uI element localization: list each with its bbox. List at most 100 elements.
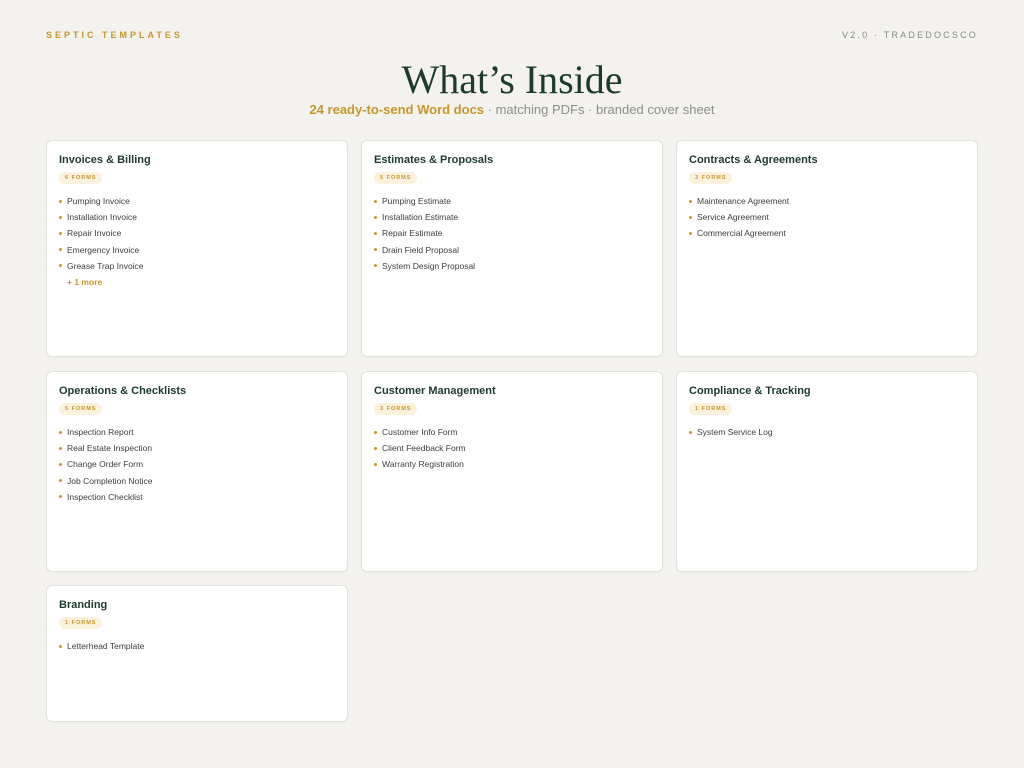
form-name: Maintenance Agreement xyxy=(697,196,790,206)
form-count-badge: 5 FORMS xyxy=(374,172,418,184)
list-item: Change Order Form xyxy=(59,456,335,472)
category-card-compliance: Compliance & Tracking 1 FORMS System Ser… xyxy=(676,371,978,572)
bullet-icon xyxy=(374,264,377,268)
bullet-icon xyxy=(374,430,377,434)
card-title: Compliance & Tracking xyxy=(689,385,811,397)
form-name: System Service Log xyxy=(697,427,773,437)
form-count-badge: 1 FORMS xyxy=(689,403,733,415)
list-item: Grease Trap Invoice xyxy=(59,258,335,274)
list-item: Pumping Estimate xyxy=(374,193,650,209)
list-item: Emergency Invoice xyxy=(59,242,335,258)
form-count-badge: 5 FORMS xyxy=(59,403,103,415)
bullet-icon xyxy=(374,231,377,235)
bullet-icon xyxy=(59,199,62,203)
category-card-invoices: Invoices & Billing 6 FORMS Pumping Invoi… xyxy=(46,140,348,357)
card-title: Contracts & Agreements xyxy=(689,154,818,166)
form-name: Inspection Checklist xyxy=(67,491,143,502)
form-name: Inspection Report xyxy=(67,427,134,437)
form-name: Customer Info Form xyxy=(382,427,458,437)
bullet-icon xyxy=(59,430,62,434)
list-item: Service Agreement xyxy=(689,209,965,225)
form-name: Installation Estimate xyxy=(382,212,459,223)
page-title: What’s Inside xyxy=(401,57,623,102)
form-count-badge: 3 FORMS xyxy=(689,172,733,184)
bullet-icon xyxy=(374,446,377,450)
bullet-icon xyxy=(59,495,62,499)
list-item: Job Completion Notice xyxy=(59,473,335,489)
form-name: Pumping Estimate xyxy=(382,196,451,206)
bullet-icon xyxy=(59,215,62,219)
more-forms-link[interactable]: + 1 more xyxy=(59,274,335,290)
category-card-operations: Operations & Checklists 5 FORMS Inspecti… xyxy=(46,371,348,572)
form-name: Installation Invoice xyxy=(67,212,137,223)
subtitle-details: · matching PDFs · branded cover sheet xyxy=(484,102,715,117)
page: SEPTIC TEMPLATES V2.0 · TRADEDOCSCO What… xyxy=(0,0,1024,768)
bullet-icon xyxy=(374,248,377,252)
bullet-icon xyxy=(689,199,692,203)
list-item: Warranty Registration xyxy=(374,456,650,472)
bullet-icon xyxy=(689,215,692,219)
bullet-icon xyxy=(59,479,62,483)
form-list: System Service Log xyxy=(689,424,965,440)
card-title: Operations & Checklists xyxy=(59,385,187,397)
list-item: Real Estate Inspection xyxy=(59,440,335,456)
list-item: Letterhead Template xyxy=(59,638,335,654)
form-name: Grease Trap Invoice xyxy=(67,260,144,271)
list-item: Client Feedback Form xyxy=(374,440,650,456)
bullet-icon xyxy=(374,462,377,466)
form-name: Drain Field Proposal xyxy=(382,244,460,255)
list-item: Customer Info Form xyxy=(374,424,650,440)
card-title: Branding xyxy=(59,599,108,611)
bullet-icon xyxy=(374,199,377,203)
form-list: Customer Info Form Client Feedback Form … xyxy=(374,424,650,473)
version-label: V2.0 · TRADEDOCSCO xyxy=(842,30,978,40)
bullet-icon xyxy=(59,231,62,235)
card-title: Estimates & Proposals xyxy=(374,154,494,166)
form-count-badge: 6 FORMS xyxy=(59,172,103,184)
form-name: Repair Invoice xyxy=(67,228,122,239)
list-item: System Design Proposal xyxy=(374,258,650,274)
list-item: Installation Estimate xyxy=(374,209,650,225)
form-list: Pumping Estimate Installation Estimate R… xyxy=(374,193,650,274)
form-list: Pumping Invoice Installation Invoice Rep… xyxy=(59,193,335,274)
form-list: Inspection Report Real Estate Inspection… xyxy=(59,424,335,505)
form-name: Repair Estimate xyxy=(382,228,443,239)
form-list: Letterhead Template xyxy=(59,638,335,654)
bullet-icon xyxy=(374,215,377,219)
category-card-customer: Customer Management 3 FORMS Customer Inf… xyxy=(361,371,663,572)
form-name: Emergency Invoice xyxy=(67,244,140,255)
list-item: Inspection Checklist xyxy=(59,489,335,505)
form-name: Change Order Form xyxy=(67,459,144,470)
card-title: Customer Management xyxy=(374,385,496,397)
page-subtitle: 24 ready-to-send Word docs · matching PD… xyxy=(0,102,1024,117)
category-card-estimates: Estimates & Proposals 5 FORMS Pumping Es… xyxy=(361,140,663,357)
brand-label: SEPTIC TEMPLATES xyxy=(46,30,183,40)
bullet-icon xyxy=(59,462,62,466)
form-name: Commercial Agreement xyxy=(697,228,786,239)
bullet-icon xyxy=(59,644,62,648)
card-title: Invoices & Billing xyxy=(59,154,151,166)
subtitle-highlight: 24 ready-to-send Word docs xyxy=(309,102,485,117)
form-name: Letterhead Template xyxy=(67,641,145,651)
bullet-icon xyxy=(689,231,692,235)
form-name: Job Completion Notice xyxy=(67,475,153,486)
list-item: Repair Estimate xyxy=(374,225,650,241)
category-card-contracts: Contracts & Agreements 3 FORMS Maintenan… xyxy=(676,140,978,357)
form-name: System Design Proposal xyxy=(382,260,476,271)
list-item: Commercial Agreement xyxy=(689,225,965,241)
form-name: Real Estate Inspection xyxy=(67,443,153,454)
bullet-icon xyxy=(59,248,62,252)
list-item: Pumping Invoice xyxy=(59,193,335,209)
bullet-icon xyxy=(59,264,62,268)
form-list: Maintenance Agreement Service Agreement … xyxy=(689,193,965,242)
form-name: Service Agreement xyxy=(697,212,769,223)
list-item: Installation Invoice xyxy=(59,209,335,225)
bullet-icon xyxy=(59,446,62,450)
list-item: Maintenance Agreement xyxy=(689,193,965,209)
list-item: System Service Log xyxy=(689,424,965,440)
list-item: Repair Invoice xyxy=(59,225,335,241)
form-count-badge: 1 FORMS xyxy=(59,617,103,629)
form-count-badge: 3 FORMS xyxy=(374,403,418,415)
form-name: Pumping Invoice xyxy=(67,196,130,206)
bullet-icon xyxy=(689,430,692,434)
